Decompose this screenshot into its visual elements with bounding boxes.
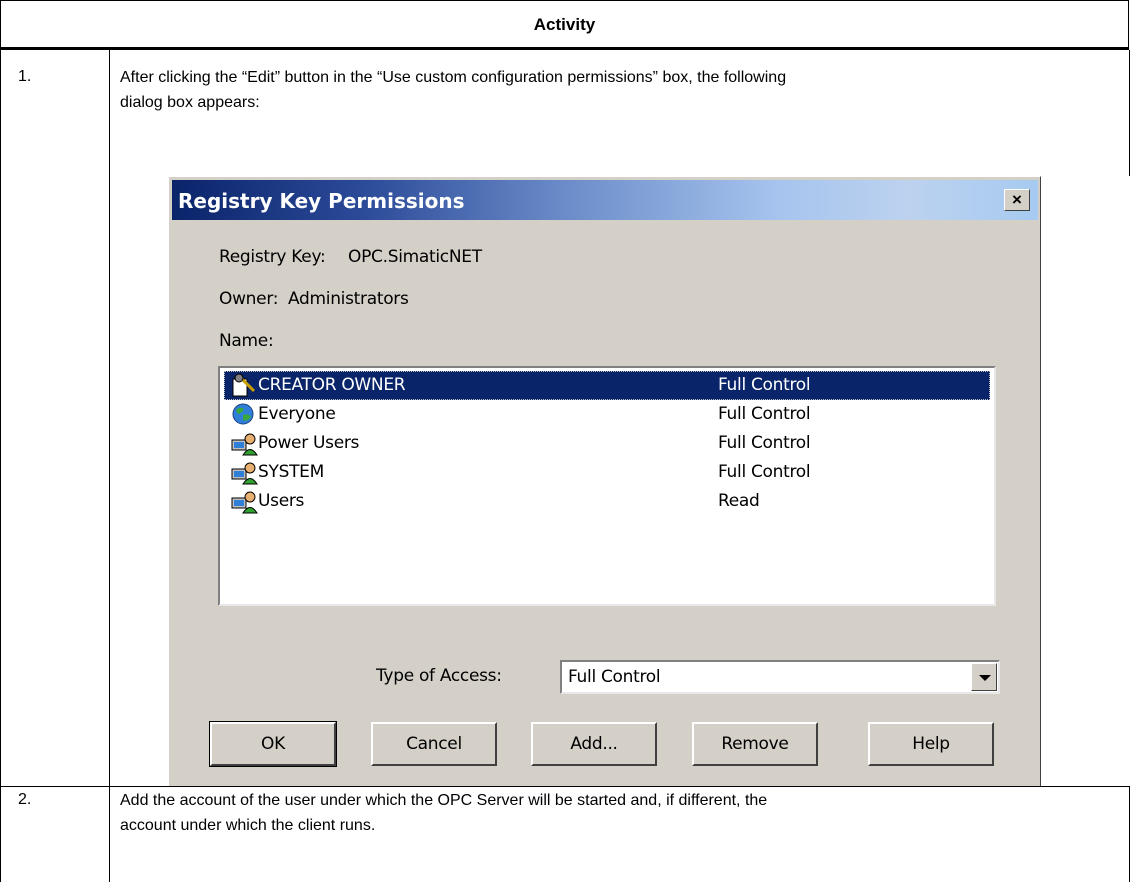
registry-key-value: OPC.SimaticNET: [348, 247, 482, 267]
step-2-number: 2.: [18, 791, 32, 808]
name-label: Name:: [219, 331, 274, 351]
add-button[interactable]: Add...: [531, 722, 657, 766]
list-item[interactable]: SYSTEM Full Control: [224, 458, 990, 487]
table-header: Activity: [533, 15, 596, 34]
creator-owner-icon: [230, 373, 258, 398]
dialog-title: Registry Key Permissions: [178, 189, 465, 213]
owner-value: Administrators: [288, 289, 409, 309]
registry-key-label: Registry Key:: [219, 247, 326, 267]
list-item[interactable]: CREATOR OWNER Full Control: [224, 371, 990, 400]
help-button[interactable]: Help: [868, 722, 994, 766]
table-right-border-row2: [1129, 786, 1130, 882]
list-item[interactable]: Power Users Full Control: [224, 429, 990, 458]
type-of-access-label: Type of Access:: [376, 666, 502, 686]
list-item[interactable]: Everyone Full Control: [224, 400, 990, 429]
table-header-cell: Activity: [0, 0, 1129, 50]
chevron-down-icon[interactable]: [971, 663, 997, 691]
step-1-number: 1.: [18, 68, 32, 85]
dialog-title-bar[interactable]: Registry Key Permissions ×: [172, 180, 1038, 220]
step-2-text-line2: account under which the client runs.: [120, 817, 376, 834]
step-1-text-line1: After clicking the “Edit” button in the …: [120, 69, 787, 86]
type-of-access-select[interactable]: Full Control: [560, 660, 1000, 694]
list-item[interactable]: Users Read: [224, 487, 990, 516]
remove-button[interactable]: Remove: [692, 722, 818, 766]
close-icon: ×: [1012, 190, 1022, 209]
entry-access: Full Control: [718, 375, 811, 395]
table-row-divider: [0, 786, 1130, 787]
cancel-button[interactable]: Cancel: [371, 722, 497, 766]
globe-icon: [230, 402, 258, 427]
table-column-divider: [109, 50, 110, 882]
users-group-icon: [230, 489, 258, 514]
step-2-text-line1: Add the account of the user under which …: [120, 792, 768, 809]
ok-button[interactable]: OK: [209, 721, 337, 767]
owner-label: Owner:: [219, 289, 279, 309]
permissions-list[interactable]: CREATOR OWNER Full Control Everyone Full…: [218, 366, 996, 606]
step-1-text-line2: dialog box appears:: [120, 94, 260, 111]
table-right-border-row1: [1129, 50, 1130, 176]
entry-access: Read: [718, 491, 760, 511]
table-left-border: [0, 50, 1, 882]
entry-name: Power Users: [258, 433, 360, 453]
entry-name: SYSTEM: [258, 462, 324, 482]
entry-access: Full Control: [718, 433, 811, 453]
users-group-icon: [230, 460, 258, 485]
close-button[interactable]: ×: [1004, 189, 1030, 211]
entry-name: CREATOR OWNER: [258, 375, 406, 395]
users-group-icon: [230, 431, 258, 456]
type-of-access-value: Full Control: [568, 667, 661, 687]
entry-name: Everyone: [258, 404, 336, 424]
entry-name: Users: [258, 491, 305, 511]
entry-access: Full Control: [718, 404, 811, 424]
entry-access: Full Control: [718, 462, 811, 482]
